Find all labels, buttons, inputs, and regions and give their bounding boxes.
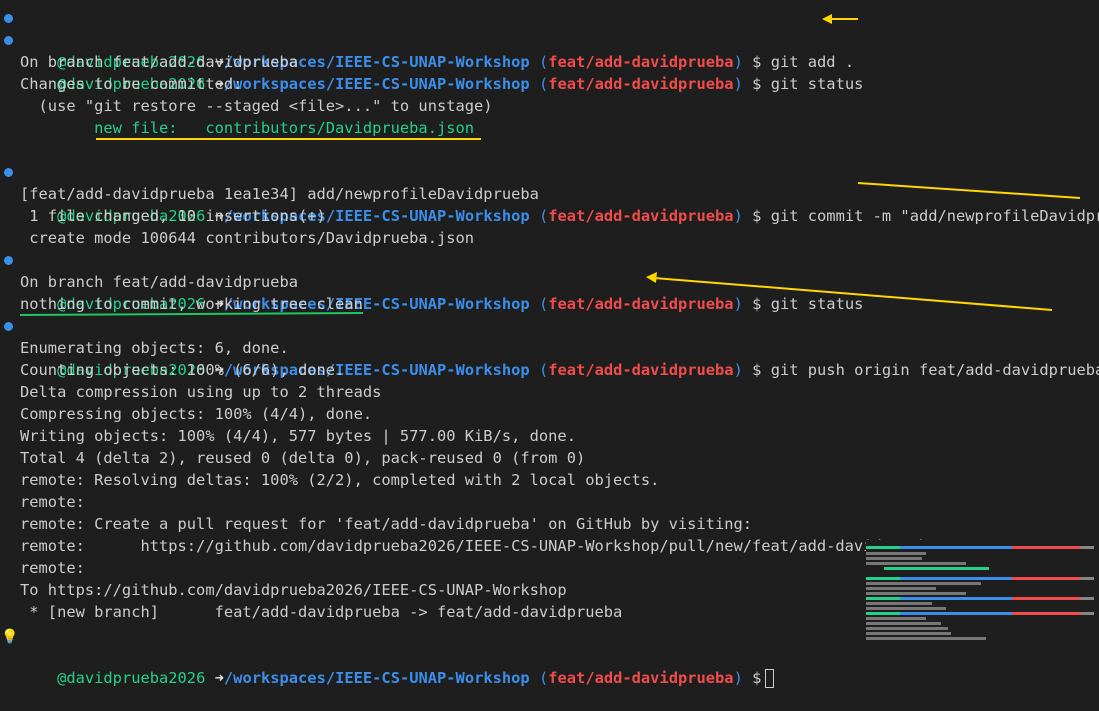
annotation-arrow <box>653 277 1053 311</box>
terminal-cursor[interactable] <box>765 669 775 688</box>
annotation-arrowhead <box>822 14 832 24</box>
terminal[interactable]: @davidprueba2026 ➜/workspaces/IEEE-CS-UN… <box>0 0 1099 688</box>
annotation-underline <box>19 312 364 316</box>
annotation-arrowhead <box>646 272 657 283</box>
annotation-underline <box>857 182 1081 199</box>
annotation-overlay <box>19 14 1081 316</box>
